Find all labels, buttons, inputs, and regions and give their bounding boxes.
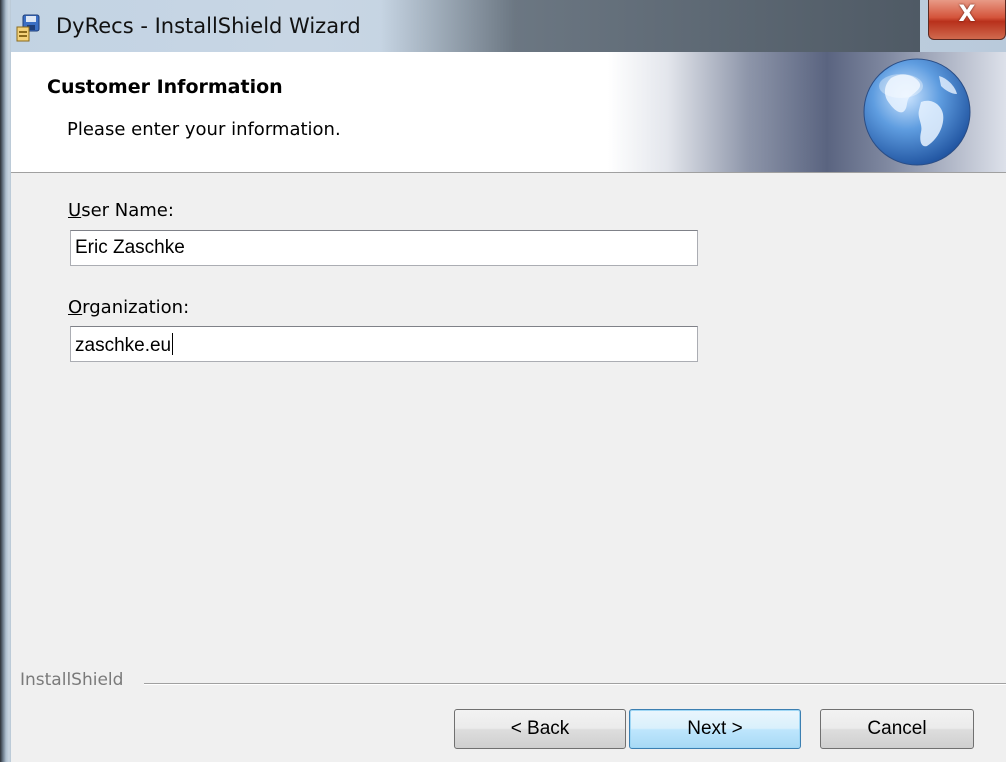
installshield-brand-label: InstallShield [20, 670, 124, 690]
user-name-value: Eric Zaschke [75, 237, 185, 258]
cancel-button[interactable]: Cancel [820, 709, 974, 749]
globe-icon [863, 58, 971, 166]
organization-input[interactable]: zaschke.eu [70, 326, 698, 362]
window-frame-left [0, 0, 11, 762]
header-banner: Customer Information Please enter your i… [11, 52, 1006, 173]
title-bar[interactable]: DyRecs - InstallShield Wizard X [0, 0, 1006, 52]
page-title: Customer Information [47, 76, 283, 98]
window-title: DyRecs - InstallShield Wizard [56, 14, 361, 38]
user-name-label: User Name: [68, 200, 174, 221]
organization-value: zaschke.eu [75, 335, 172, 356]
close-icon: X [958, 2, 976, 27]
text-caret [172, 333, 174, 355]
footer-divider [144, 683, 1006, 685]
installer-icon [16, 14, 40, 42]
page-subtitle: Please enter your information. [67, 119, 341, 140]
close-button[interactable]: X [928, 0, 1006, 40]
next-button[interactable]: Next > [629, 709, 801, 749]
back-button[interactable]: < Back [454, 709, 626, 749]
user-name-input[interactable]: Eric Zaschke [70, 230, 698, 266]
organization-label: Organization: [68, 297, 190, 318]
installshield-wizard-window: DyRecs - InstallShield Wizard X Customer… [0, 0, 1006, 762]
